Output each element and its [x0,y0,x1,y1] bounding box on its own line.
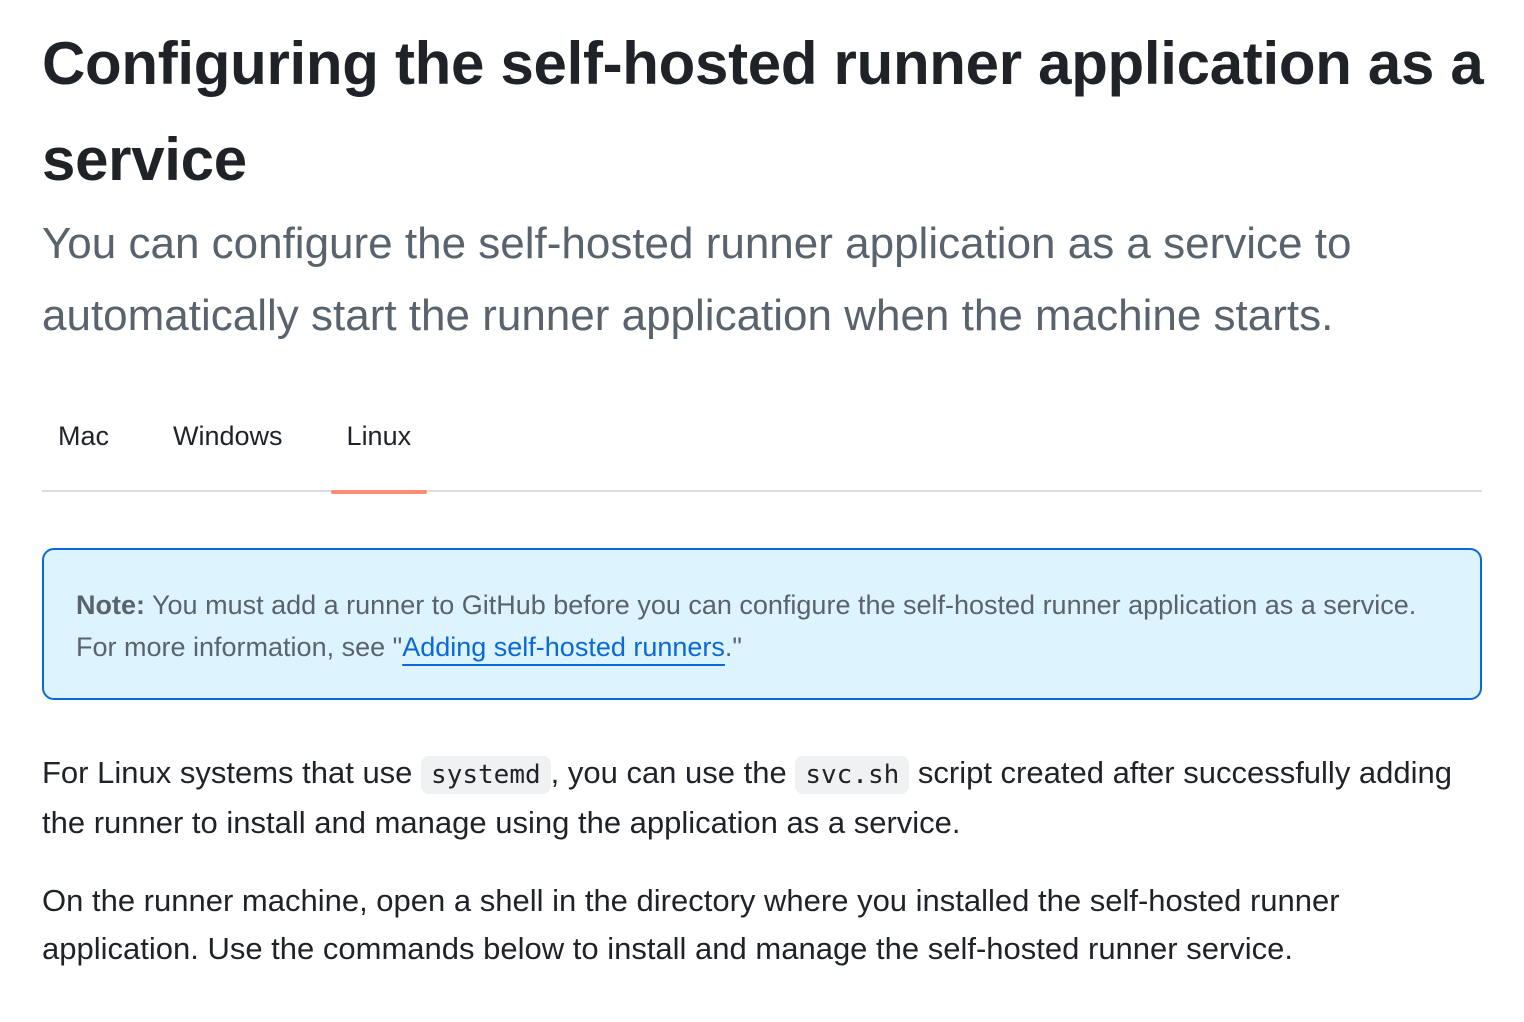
note-label: Note: [76,590,145,620]
note-callout: Note: You must add a runner to GitHub be… [42,548,1482,700]
tab-windows[interactable]: Windows [157,400,299,492]
paragraph-text: For Linux systems that use [42,755,422,790]
page-intro: You can configure the self-hosted runner… [42,219,1352,340]
note-text-end: ." [724,632,742,662]
article-page: Configuring the self-hosted runner appli… [0,0,1524,1022]
tab-linux[interactable]: Linux [330,400,428,494]
tab-mac[interactable]: Mac [42,400,125,492]
runner-machine-paragraph: On the runner machine, open a shell in t… [42,883,1340,966]
page-title: Configuring the self-hosted runner appli… [42,30,1484,193]
inline-code-systemd: systemd [421,756,551,794]
inline-code-svc-sh: svc.sh [795,756,910,794]
adding-self-hosted-runners-link[interactable]: Adding self-hosted runners [402,632,725,662]
note-text: You must add a runner to GitHub before y… [76,590,1417,662]
paragraph-text: , you can use the [550,755,796,790]
platform-tabs: Mac Windows Linux [42,400,1482,494]
systemd-paragraph: For Linux systems that use systemd, you … [42,749,1462,847]
